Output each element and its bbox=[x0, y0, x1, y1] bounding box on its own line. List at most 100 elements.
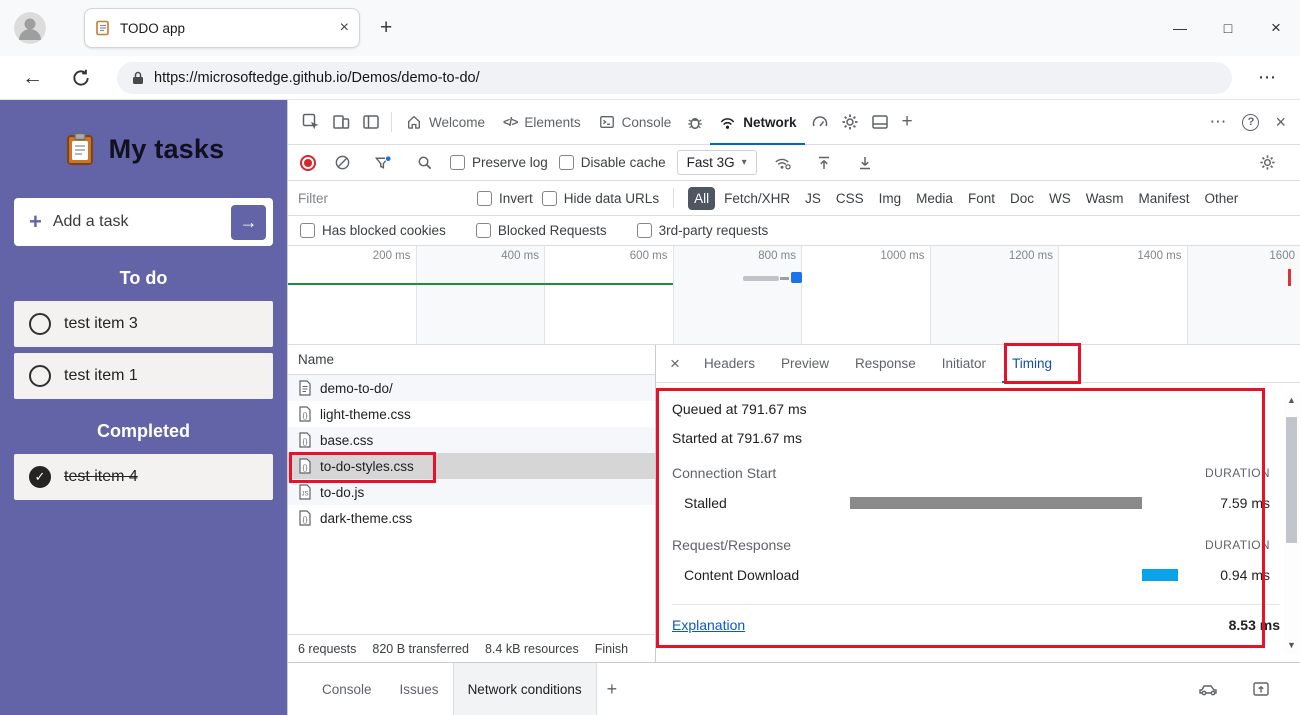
timeline-label: 800 ms bbox=[673, 246, 802, 344]
details-scrollbar[interactable]: ▲ ▼ bbox=[1283, 391, 1300, 654]
checkbox-icon[interactable] bbox=[300, 223, 315, 238]
filter-chip-manifest[interactable]: Manifest bbox=[1132, 187, 1195, 210]
request-list-header[interactable]: Name bbox=[288, 345, 655, 375]
debugger-bug-icon[interactable] bbox=[680, 107, 710, 137]
settings-gear-icon[interactable] bbox=[835, 107, 865, 137]
tab-network[interactable]: Network bbox=[710, 100, 805, 145]
close-window-button[interactable]: × bbox=[1252, 18, 1300, 38]
unchecked-circle-icon[interactable] bbox=[29, 313, 51, 335]
performance-icon[interactable] bbox=[805, 107, 835, 137]
search-icon[interactable] bbox=[409, 148, 439, 178]
disable-cache-checkbox[interactable]: Disable cache bbox=[558, 155, 666, 170]
back-button[interactable]: ← bbox=[22, 66, 43, 90]
url-bar[interactable]: https://microsoftedge.github.io/Demos/de… bbox=[117, 61, 1232, 94]
checkbox-icon[interactable] bbox=[636, 223, 652, 238]
tab-console[interactable]: Console bbox=[590, 100, 681, 145]
invert-checkbox[interactable]: Invert bbox=[477, 190, 533, 206]
request-row[interactable]: {} light-theme.css bbox=[288, 401, 655, 427]
submit-task-button[interactable]: → bbox=[231, 204, 266, 240]
task-item[interactable]: test item 1 bbox=[14, 353, 273, 399]
tab-initiator[interactable]: Initiator bbox=[932, 345, 996, 383]
network-overview-timeline[interactable]: 200 ms 400 ms 600 ms 800 ms 1000 ms 1200… bbox=[288, 246, 1300, 345]
drawer-tab-issues[interactable]: Issues bbox=[386, 663, 453, 715]
scroll-down-icon[interactable]: ▼ bbox=[1287, 636, 1296, 654]
has-blocked-cookies-checkbox[interactable]: Has blocked cookies bbox=[300, 223, 446, 238]
minimize-button[interactable]: — bbox=[1156, 20, 1204, 36]
tab-timing[interactable]: Timing bbox=[1002, 345, 1062, 383]
tab-headers[interactable]: Headers bbox=[694, 345, 765, 383]
request-row[interactable]: JS to-do.js bbox=[288, 479, 655, 505]
drawer-tab-console[interactable]: Console bbox=[308, 663, 386, 715]
add-panel-button[interactable]: + bbox=[901, 111, 912, 133]
third-party-requests-checkbox[interactable]: 3rd-party requests bbox=[636, 223, 768, 238]
preserve-log-checkbox[interactable]: Preserve log bbox=[450, 155, 548, 170]
checkbox-icon[interactable] bbox=[541, 190, 557, 206]
toolbar-right bbox=[1252, 148, 1288, 178]
activity-bar-icon[interactable] bbox=[356, 107, 386, 137]
filter-funnel-icon[interactable] bbox=[368, 148, 398, 178]
request-row[interactable]: {} base.css bbox=[288, 427, 655, 453]
tab-elements[interactable]: </> Elements bbox=[494, 100, 590, 145]
tab-close-icon[interactable]: × bbox=[340, 20, 349, 36]
request-row-selected[interactable]: {} to-do-styles.css bbox=[288, 453, 655, 479]
timeline-label: 600 ms bbox=[545, 246, 674, 344]
expand-panel-icon[interactable] bbox=[1246, 674, 1276, 704]
tab-response[interactable]: Response bbox=[845, 345, 926, 383]
throttling-dropdown[interactable]: Fast 3G ▾ bbox=[676, 150, 757, 175]
network-settings-gear-icon[interactable] bbox=[1252, 148, 1282, 178]
filter-chip-doc[interactable]: Doc bbox=[1004, 187, 1040, 210]
tab-welcome[interactable]: Welcome bbox=[397, 100, 494, 145]
inspect-element-icon[interactable] bbox=[296, 107, 326, 137]
network-conditions-icon[interactable] bbox=[768, 148, 798, 178]
refresh-button[interactable] bbox=[71, 68, 91, 88]
export-har-icon[interactable] bbox=[850, 148, 880, 178]
filter-chip-font[interactable]: Font bbox=[962, 187, 1001, 210]
explanation-link[interactable]: Explanation bbox=[672, 617, 745, 633]
name-column-header[interactable]: Name bbox=[298, 352, 334, 367]
tab-preview[interactable]: Preview bbox=[771, 345, 839, 383]
browser-tab[interactable]: TODO app × bbox=[84, 8, 360, 48]
filter-chip-fetch-xhr[interactable]: Fetch/XHR bbox=[718, 187, 796, 210]
request-row[interactable]: {} dark-theme.css bbox=[288, 505, 655, 531]
help-icon[interactable]: ? bbox=[1242, 113, 1260, 131]
filter-chip-img[interactable]: Img bbox=[873, 187, 908, 210]
new-tab-button[interactable]: + bbox=[380, 16, 392, 40]
completed-task-item[interactable]: ✓ test item 4 bbox=[14, 454, 273, 500]
maximize-button[interactable]: □ bbox=[1204, 20, 1252, 36]
filter-chip-css[interactable]: CSS bbox=[830, 187, 870, 210]
checkbox-icon[interactable] bbox=[477, 190, 492, 206]
hide-data-urls-checkbox[interactable]: Hide data URLs bbox=[541, 190, 659, 206]
device-toolbar-icon[interactable] bbox=[326, 107, 356, 137]
drawer-tab-network-conditions[interactable]: Network conditions bbox=[452, 663, 597, 715]
checkbox-icon[interactable] bbox=[558, 155, 574, 170]
browser-menu-icon[interactable]: ⋯ bbox=[1258, 67, 1278, 88]
add-task-button[interactable]: + Add a task → bbox=[14, 198, 273, 246]
more-options-icon[interactable]: ⋯ bbox=[1209, 112, 1226, 132]
filter-chip-wasm[interactable]: Wasm bbox=[1080, 187, 1130, 210]
checkbox-icon[interactable] bbox=[475, 223, 491, 238]
add-drawer-tab-button[interactable]: + bbox=[607, 679, 618, 700]
scrollbar-thumb[interactable] bbox=[1286, 417, 1297, 543]
filter-chip-ws[interactable]: WS bbox=[1043, 187, 1077, 210]
filter-chip-all[interactable]: All bbox=[688, 186, 716, 210]
checkbox-icon[interactable] bbox=[450, 155, 465, 170]
record-button[interactable] bbox=[300, 154, 316, 171]
clear-icon[interactable] bbox=[327, 148, 357, 178]
blocked-requests-checkbox[interactable]: Blocked Requests bbox=[475, 223, 607, 238]
close-devtools-icon[interactable]: × bbox=[1275, 113, 1286, 131]
unchecked-circle-icon[interactable] bbox=[29, 365, 51, 387]
profile-avatar[interactable] bbox=[14, 12, 46, 44]
scroll-up-icon[interactable]: ▲ bbox=[1287, 391, 1296, 409]
filter-chip-js[interactable]: JS bbox=[799, 187, 827, 210]
section-title: Connection Start bbox=[672, 465, 777, 481]
layout-panel-icon[interactable] bbox=[865, 107, 895, 137]
filter-input[interactable] bbox=[298, 190, 468, 206]
car-icon[interactable] bbox=[1194, 674, 1224, 704]
checked-circle-icon[interactable]: ✓ bbox=[29, 466, 51, 488]
import-har-icon[interactable] bbox=[809, 148, 839, 178]
close-details-icon[interactable]: × bbox=[662, 354, 688, 374]
task-item[interactable]: test item 3 bbox=[14, 301, 273, 347]
filter-chip-media[interactable]: Media bbox=[910, 187, 959, 210]
request-row[interactable]: demo-to-do/ bbox=[288, 375, 655, 401]
filter-chip-other[interactable]: Other bbox=[1199, 187, 1245, 210]
